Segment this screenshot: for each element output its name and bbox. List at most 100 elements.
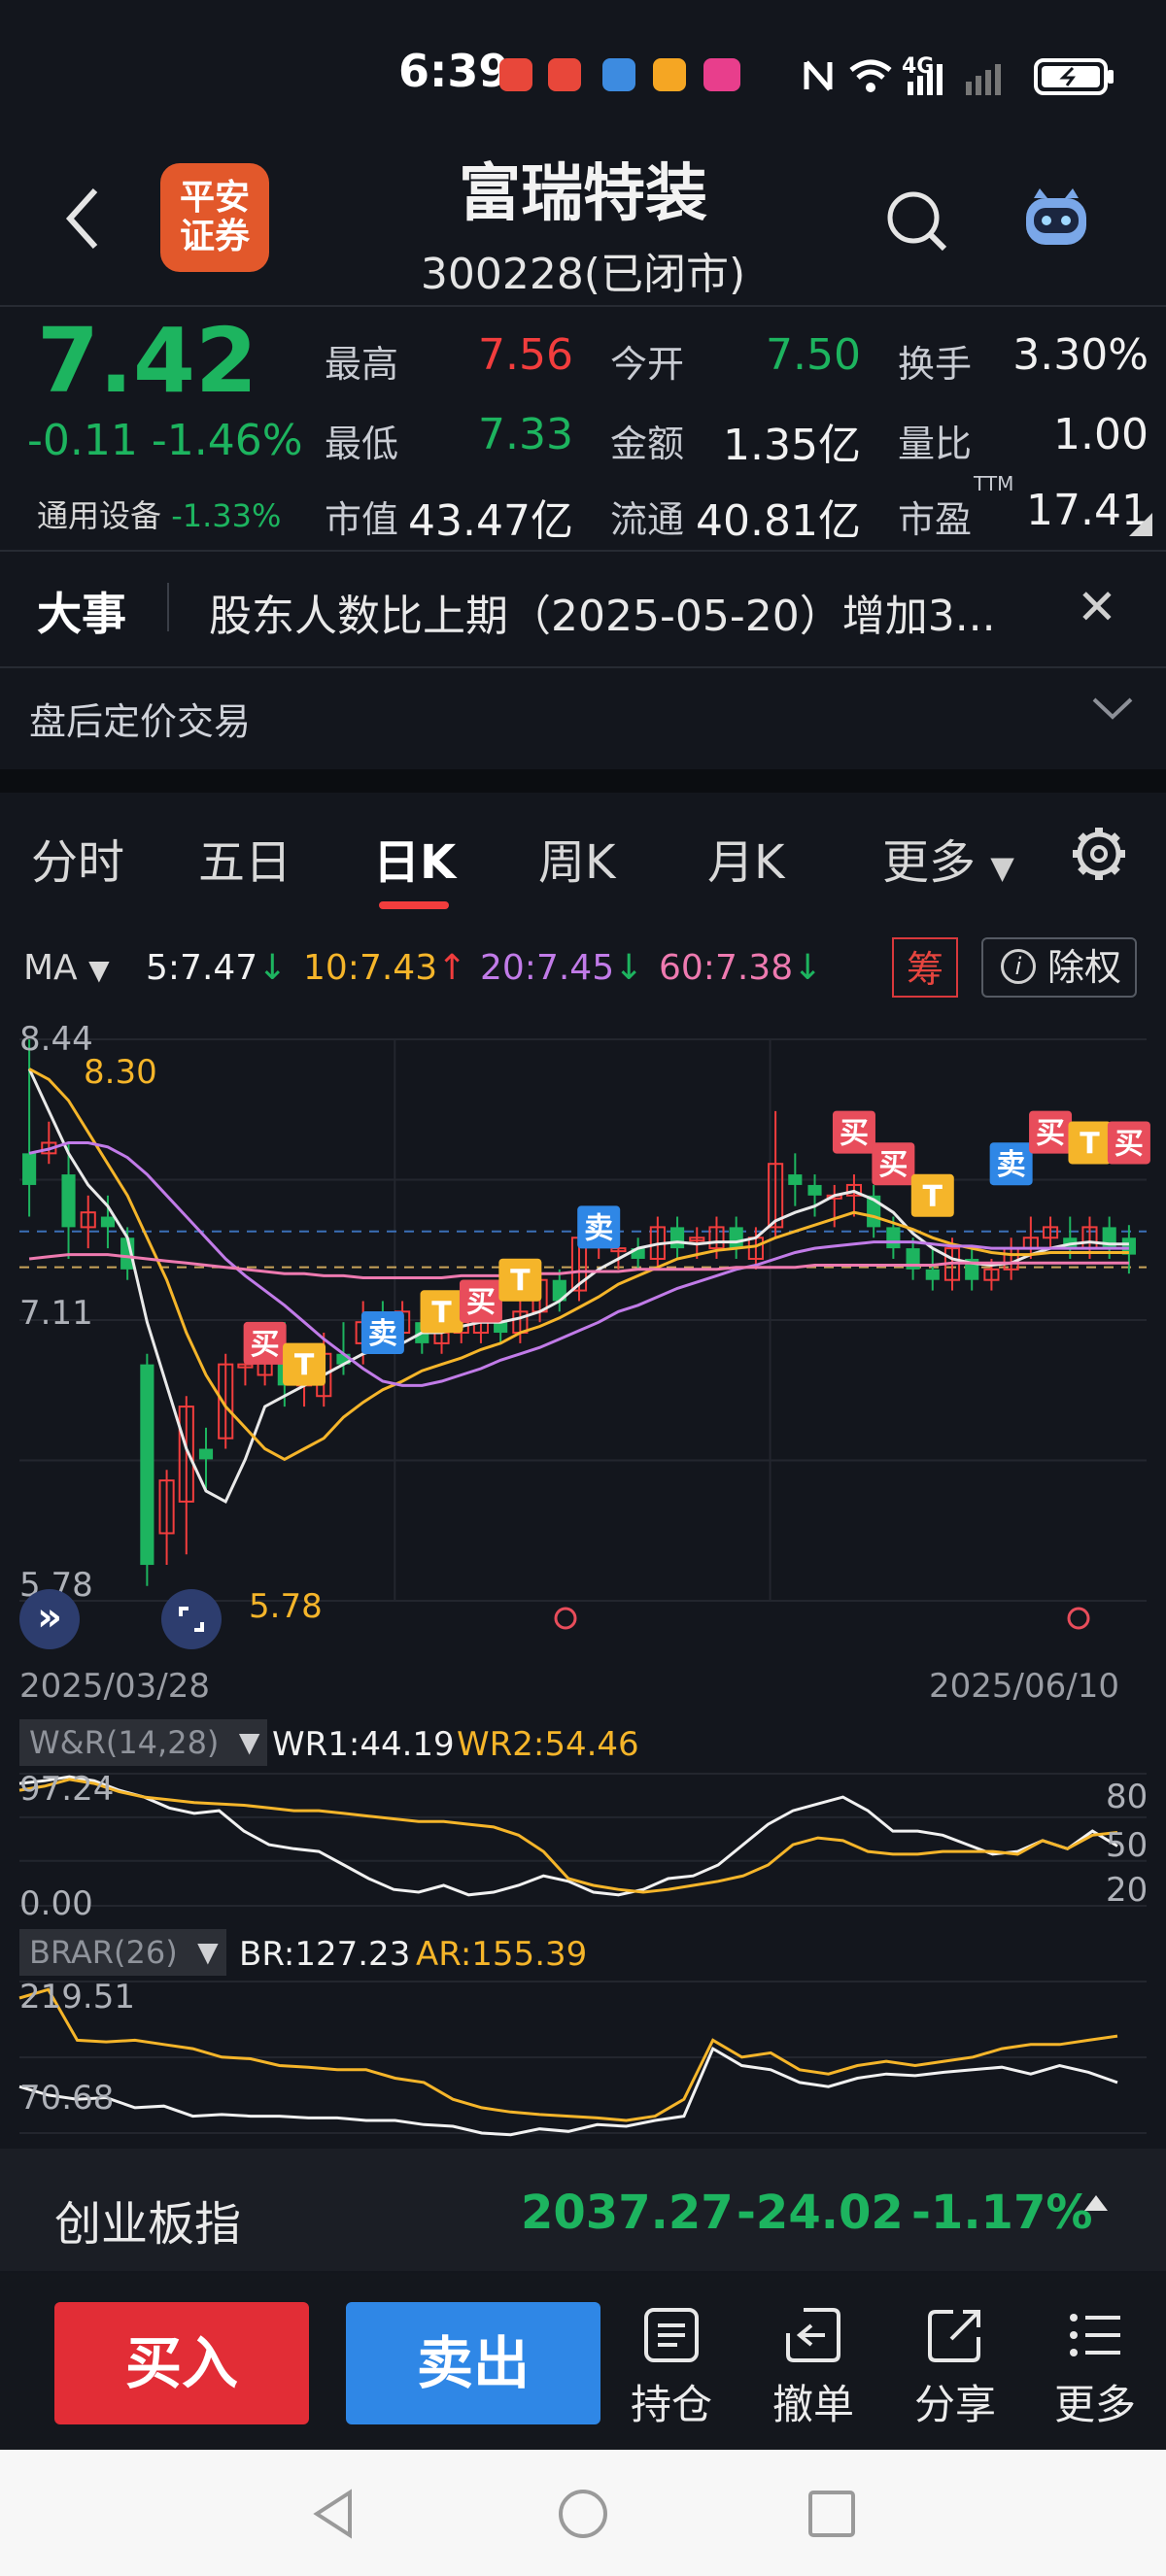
more-list-icon [1070, 2314, 1120, 2356]
news-divider [0, 666, 1166, 668]
quote-field-value: 40.81亿 [696, 496, 861, 546]
candle-body [494, 1322, 508, 1334]
fullscreen-icon[interactable] [161, 1589, 222, 1649]
candle-body [198, 1448, 214, 1460]
wr-right-label: 80 [1106, 1778, 1149, 1816]
tab-monthly-k[interactable]: 月K [707, 824, 784, 892]
change-percent: -1.46% [151, 416, 303, 465]
quote-field-value: 7.56 [478, 330, 573, 380]
trade-signal-label: T [431, 1296, 452, 1330]
search-icon[interactable] [882, 186, 950, 254]
sell-button[interactable]: 卖出 [346, 2302, 600, 2424]
quote-field-label: 市值 [325, 498, 399, 541]
cancel-order-button[interactable]: 撤单 [760, 2304, 867, 2431]
price-change: -0.11 -1.46% [27, 416, 303, 465]
ma-value: 60:7.38↓ [659, 948, 823, 988]
news-separator [167, 583, 169, 631]
brar-bottom-label: 70.68 [19, 2079, 115, 2118]
more-button[interactable]: 更多 [1042, 2304, 1149, 2431]
caret-down-icon: ▼ [990, 849, 1014, 886]
trade-signal-label: 买 [251, 1328, 280, 1362]
max-price-marker: 8.30 [84, 1053, 157, 1092]
change-value: -0.11 [27, 416, 138, 465]
quote-field-label: 市盈 [898, 498, 973, 541]
wr-top-label: 97.24 [19, 1770, 115, 1809]
trade-signal-label: 卖 [997, 1148, 1026, 1182]
trade-signal-label: 买 [878, 1148, 908, 1182]
quote-field-label: 金额 [610, 423, 685, 465]
quote-field-label: 量比 [898, 423, 973, 465]
signal-icon [908, 64, 1001, 95]
cancel-order-icon [786, 2308, 840, 2362]
tab-five-day[interactable]: 五日 [198, 824, 292, 892]
quote-field-label: 流通 [610, 498, 685, 541]
chip-distribution-button[interactable]: 筹 [892, 937, 958, 998]
current-price: 7.42 [37, 309, 257, 413]
caret-up-icon[interactable] [1084, 2195, 1108, 2211]
ma-value: 5:7.47↓ [146, 948, 288, 988]
header-divider [0, 305, 1166, 307]
status-bar: 6:39 4G [0, 0, 1166, 146]
tab-weekly-k[interactable]: 周K [538, 824, 615, 892]
chat-app-icon [653, 58, 686, 91]
min-price-marker: 5.78 [249, 1587, 323, 1626]
trade-signal-label: 卖 [368, 1317, 397, 1351]
nav-recents-icon[interactable] [806, 2489, 857, 2539]
event-marker-icon [1067, 1607, 1090, 1630]
nav-back-icon[interactable] [309, 2487, 358, 2541]
wr1-value: WR1:44.19 [272, 1725, 455, 1764]
tab-more-label: 更多 [882, 835, 977, 890]
event-marker-icon [554, 1607, 577, 1630]
quote-field-label: 今开 [610, 343, 685, 386]
ex-rights-label: 除权 [1047, 946, 1122, 989]
date-start-label: 2025/03/28 [19, 1667, 210, 1706]
ar-value: AR:155.39 [416, 1935, 588, 1974]
shopping-app-icon [703, 58, 740, 91]
assistant-robot-icon[interactable] [1020, 185, 1092, 254]
ma-line [27, 1068, 1129, 1504]
caret-down-icon: ▼ [88, 954, 110, 986]
chevron-down-icon[interactable] [1090, 690, 1135, 729]
share-button[interactable]: 分享 [902, 2304, 1009, 2431]
quote-field-label: 最低 [325, 423, 399, 465]
trade-signal-label: 买 [466, 1285, 496, 1319]
trade-signal-label: T [510, 1265, 531, 1299]
quote-field-value: 43.47亿 [408, 496, 573, 546]
tab-intraday[interactable]: 分时 [31, 824, 124, 892]
gear-icon[interactable] [1069, 824, 1129, 884]
share-icon [928, 2310, 980, 2362]
expand-corner-icon[interactable] [1127, 511, 1154, 538]
news-headline[interactable]: 股东人数比上期（2025-05-20）增加3... [209, 581, 996, 643]
candle-body [925, 1269, 940, 1280]
notification-icon [499, 58, 532, 91]
holdings-button[interactable]: 持仓 [618, 2304, 725, 2431]
ex-rights-button[interactable]: i 除权 [981, 937, 1137, 998]
index-name: 创业板指 [54, 2197, 242, 2252]
news-tag: 大事 [37, 588, 126, 640]
after-hours-trading[interactable]: 盘后定价交易 [29, 692, 251, 745]
nav-home-icon[interactable] [556, 2487, 610, 2541]
close-icon[interactable]: ✕ [1077, 579, 1117, 635]
wifi-icon [849, 59, 892, 92]
quote-field-value: 7.50 [766, 330, 861, 380]
wr-indicator-selector[interactable]: W&R(14,28) [19, 1719, 268, 1766]
brar-indicator-selector[interactable]: BRAR(26) [19, 1929, 226, 1976]
quote-divider [0, 550, 1166, 552]
bank-app-icon [548, 58, 581, 91]
wr-right-label: 20 [1106, 1871, 1149, 1910]
trade-signal-label: 买 [840, 1117, 869, 1151]
double-chevron-right-icon[interactable]: » [19, 1589, 80, 1649]
battery-icon [1034, 58, 1114, 95]
index-value: 2037.27 [521, 2186, 734, 2240]
tab-daily-k[interactable]: 日K [373, 824, 456, 892]
brar-chart[interactable] [0, 1978, 1166, 2143]
buy-button[interactable]: 买入 [54, 2302, 309, 2424]
kline-chart[interactable]: 买T卖T 买T卖买买T卖买 T 买 [0, 1010, 1166, 1690]
trade-signal-label: 买 [1036, 1117, 1065, 1151]
sector-info[interactable]: 通用设备 -1.33% [37, 491, 281, 536]
tab-more[interactable]: 更多 ▼ [882, 824, 1014, 892]
quote-field-value: 1.35亿 [723, 421, 861, 470]
wr-chart[interactable] [0, 1768, 1166, 1912]
ma-selector[interactable]: MA ▼ [23, 948, 110, 988]
info-icon: i [1001, 949, 1036, 984]
